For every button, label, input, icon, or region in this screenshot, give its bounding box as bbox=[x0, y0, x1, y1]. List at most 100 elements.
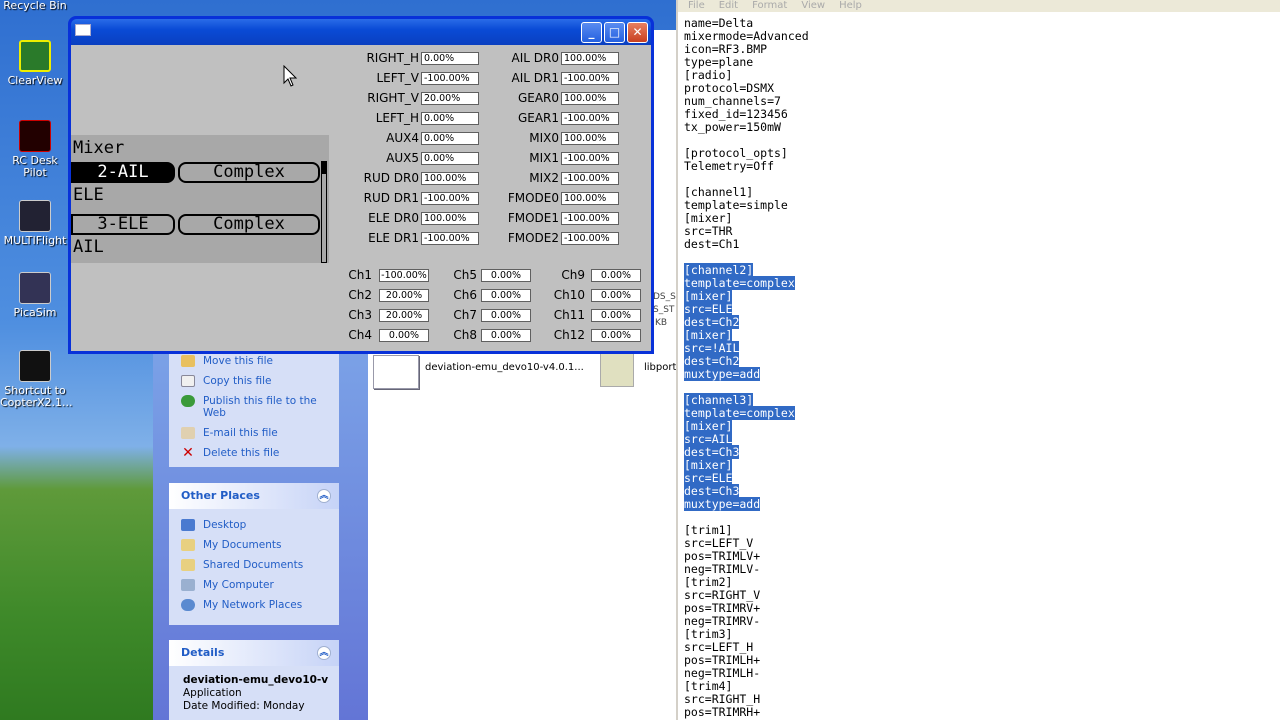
channel-label: Ch10 bbox=[553, 288, 585, 302]
channel-label: Ch7 bbox=[453, 308, 477, 322]
menu-help[interactable]: Help bbox=[839, 0, 862, 11]
notepad-line-text: num_channels=7 bbox=[684, 94, 781, 108]
notepad-line: Telemetry=Off bbox=[684, 160, 809, 173]
link-label: Shared Documents bbox=[203, 559, 304, 571]
multiflight-icon bbox=[19, 200, 51, 232]
emulator-titlebar[interactable]: _ □ ✕ bbox=[71, 19, 651, 45]
notepad-line-text: pos=TRIMLV+ bbox=[684, 549, 761, 563]
network-icon bbox=[181, 599, 195, 611]
desktop-icon-rc-desk-pilot[interactable]: RC Desk Pilot bbox=[0, 120, 70, 179]
minimize-button[interactable]: _ bbox=[581, 22, 602, 43]
file-name-libport[interactable]: libport bbox=[644, 362, 676, 373]
link-label: E-mail this file bbox=[203, 427, 278, 439]
scroll-thumb bbox=[322, 162, 326, 174]
explorer-window: Move this file Copy this file Publish th… bbox=[153, 345, 678, 720]
input-label: LEFT_H bbox=[375, 111, 419, 125]
desktop-icon-label: ClearView bbox=[7, 74, 63, 87]
notepad-text-area[interactable]: name=Delta mixermode=Advanced icon=RF3.BMP… bbox=[684, 17, 809, 719]
notepad-line-text: pos=TRIMLH+ bbox=[684, 653, 761, 667]
notepad-line-text: [mixer] bbox=[684, 458, 733, 472]
other-places-header[interactable]: Other Places ︽ bbox=[169, 483, 339, 509]
input-value-box: 100.00% bbox=[561, 132, 619, 145]
gear-file-icon[interactable] bbox=[600, 353, 634, 387]
input-label: ELE DR1 bbox=[368, 231, 419, 245]
picasim-icon bbox=[19, 272, 51, 304]
maximize-button[interactable]: □ bbox=[604, 22, 625, 43]
menu-view[interactable]: View bbox=[801, 0, 825, 11]
channel-label: Ch12 bbox=[553, 328, 585, 342]
collapse-icon[interactable]: ︽ bbox=[317, 646, 331, 660]
notepad-line-text: template=complex bbox=[684, 276, 795, 290]
place-my-computer[interactable]: My Computer bbox=[169, 575, 339, 595]
clearview-icon bbox=[19, 40, 51, 72]
mixer-row-2-ail[interactable]: 2-AIL bbox=[71, 162, 175, 183]
input-value-box: -100.00% bbox=[561, 232, 619, 245]
publish-file-link[interactable]: Publish this file to the Web bbox=[169, 391, 339, 423]
desktop-icon-multiflight[interactable]: MULTIFlight bbox=[0, 200, 70, 247]
channel-value-box: 0.00% bbox=[481, 269, 531, 282]
notepad-line-text: type=plane bbox=[684, 55, 754, 69]
partial-file-text: KB bbox=[655, 318, 668, 328]
file-name-emu[interactable]: deviation-emu_devo10-v4.0.1... bbox=[425, 362, 595, 373]
link-label: Publish this file to the Web bbox=[203, 395, 317, 419]
window-icon bbox=[75, 24, 91, 36]
channel-value-box: 0.00% bbox=[591, 269, 641, 282]
desktop-icon-clearview[interactable]: ClearView bbox=[0, 40, 70, 87]
channel-label: Ch9 bbox=[561, 268, 585, 282]
panel-title: Other Places bbox=[181, 489, 260, 502]
channel-value-box: 0.00% bbox=[481, 289, 531, 302]
channel-label: Ch3 bbox=[348, 308, 372, 322]
notepad-line-text: src=AIL bbox=[684, 432, 733, 446]
rc-desk-pilot-icon bbox=[19, 120, 51, 152]
desktop-icon-recycle-bin[interactable]: Recycle Bin bbox=[0, 0, 70, 12]
desktop-icon-copterx[interactable]: Shortcut to CopterX2.1... bbox=[0, 350, 73, 409]
channel-value-box: 0.00% bbox=[591, 289, 641, 302]
notepad-line-text: template=complex bbox=[684, 406, 795, 420]
desktop-icon-label: Recycle Bin bbox=[3, 0, 67, 12]
close-button[interactable]: ✕ bbox=[627, 22, 648, 43]
notepad-line-text: [trim3] bbox=[684, 627, 733, 641]
notepad-line-text: neg=TRIMLH- bbox=[684, 666, 761, 680]
channel-value-box: 0.00% bbox=[379, 329, 429, 342]
notepad-line-text: [trim2] bbox=[684, 575, 733, 589]
panel-title: Details bbox=[181, 646, 225, 659]
menu-format[interactable]: Format bbox=[752, 0, 787, 11]
notepad-line-text: protocol=DSMX bbox=[684, 81, 775, 95]
notepad-line: dest=Ch1 bbox=[684, 238, 809, 251]
place-shared-documents[interactable]: Shared Documents bbox=[169, 555, 339, 575]
notepad-line-text: template=simple bbox=[684, 198, 788, 212]
delete-file-link[interactable]: ✕ Delete this file bbox=[169, 443, 339, 463]
place-my-network[interactable]: My Network Places bbox=[169, 595, 339, 615]
move-file-link[interactable]: Move this file bbox=[169, 351, 339, 371]
desktop-icon-picasim[interactable]: PicaSim bbox=[0, 272, 70, 319]
input-label: RIGHT_V bbox=[367, 91, 419, 105]
menu-edit[interactable]: Edit bbox=[719, 0, 738, 11]
link-label: Copy this file bbox=[203, 375, 272, 387]
notepad-line-text: [trim1] bbox=[684, 523, 733, 537]
mixer-row-2-type[interactable]: Complex bbox=[178, 162, 320, 183]
place-desktop[interactable]: Desktop bbox=[169, 515, 339, 535]
notepad-line-text: [mixer] bbox=[684, 419, 733, 433]
input-label: MIX1 bbox=[529, 151, 559, 165]
link-label: My Documents bbox=[203, 539, 282, 551]
desktop-icon-label: PicaSim bbox=[13, 306, 57, 319]
menu-file[interactable]: File bbox=[688, 0, 705, 11]
input-value-box: -100.00% bbox=[561, 112, 619, 125]
mixer-row-3-type[interactable]: Complex bbox=[178, 214, 320, 235]
notepad-line: pos=TRIMRH+ bbox=[684, 706, 809, 719]
channel-label: Ch1 bbox=[348, 268, 372, 282]
notepad-line-text: fixed_id=123456 bbox=[684, 107, 788, 121]
notepad-line-text: dest=Ch2 bbox=[684, 354, 740, 368]
exe-file-icon[interactable] bbox=[373, 355, 419, 389]
email-file-link[interactable]: E-mail this file bbox=[169, 423, 339, 443]
input-label: RUD DR0 bbox=[363, 171, 419, 185]
place-my-documents[interactable]: My Documents bbox=[169, 535, 339, 555]
input-label: AUX4 bbox=[386, 131, 419, 145]
copy-file-link[interactable]: Copy this file bbox=[169, 371, 339, 391]
details-header[interactable]: Details ︽ bbox=[169, 640, 339, 666]
channel-label: Ch5 bbox=[453, 268, 477, 282]
input-value-box: 100.00% bbox=[561, 52, 619, 65]
mixer-row-3-ele[interactable]: 3-ELE bbox=[71, 214, 175, 235]
collapse-icon[interactable]: ︽ bbox=[317, 489, 331, 503]
notepad-line: muxtype=add bbox=[684, 497, 809, 511]
